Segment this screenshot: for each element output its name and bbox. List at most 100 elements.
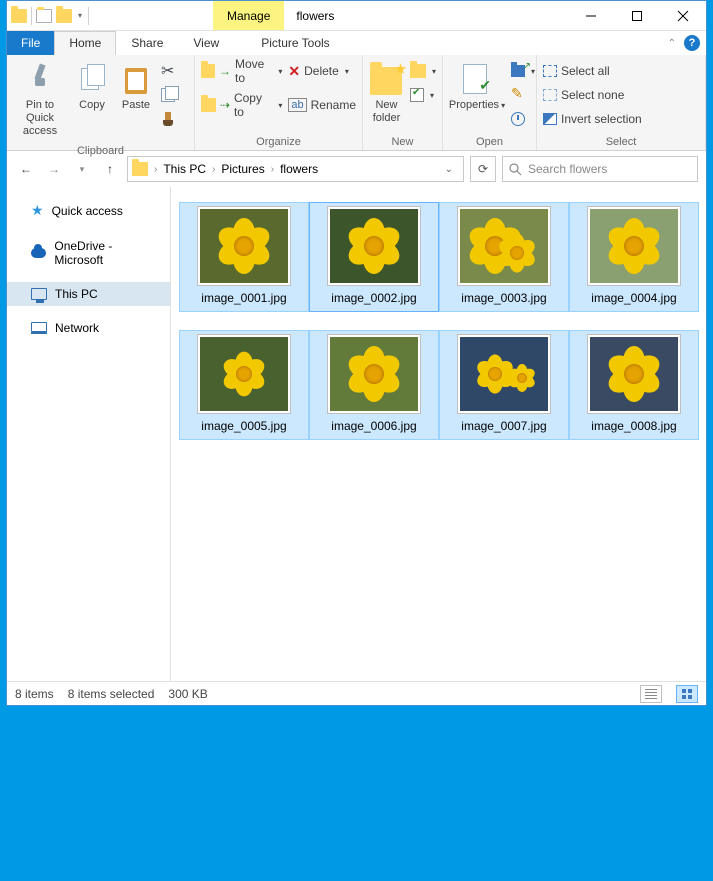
file-item[interactable]: image_0005.jpg	[179, 330, 309, 440]
pc-icon	[31, 288, 47, 300]
file-item[interactable]: image_0001.jpg	[179, 202, 309, 312]
invert-selection-button[interactable]: Invert selection	[543, 109, 642, 129]
window-title: flowers	[284, 1, 346, 30]
tab-home[interactable]: Home	[54, 31, 116, 55]
file-item[interactable]: image_0004.jpg	[569, 202, 699, 312]
tab-file[interactable]: File	[7, 31, 54, 55]
paste-shortcut-button[interactable]	[161, 109, 175, 129]
file-item[interactable]: image_0008.jpg	[569, 330, 699, 440]
thumbnail	[588, 335, 680, 413]
cloud-icon	[31, 248, 46, 258]
easy-access-icon	[410, 88, 424, 102]
file-name: image_0003.jpg	[461, 291, 546, 305]
properties-button[interactable]: Properties▾	[449, 59, 505, 112]
contextual-tab-header: Manage	[213, 1, 284, 30]
edit-button[interactable]	[511, 85, 535, 105]
paste-label: Paste	[122, 99, 150, 112]
history-button[interactable]	[511, 109, 535, 129]
help-icon[interactable]: ?	[684, 35, 700, 51]
select-none-button[interactable]: Select none	[543, 85, 642, 105]
clipboard-extra: ✂	[161, 59, 175, 129]
forward-button[interactable]: →	[43, 158, 65, 180]
minimize-button[interactable]	[568, 1, 614, 30]
cut-button[interactable]: ✂	[161, 61, 175, 81]
rename-icon: ab	[288, 98, 306, 112]
x-icon: ✕	[288, 63, 300, 80]
file-item[interactable]: image_0002.jpg	[309, 202, 439, 312]
select-all-icon	[543, 65, 557, 77]
qat-customize-dropdown[interactable]: ▾	[76, 11, 84, 20]
file-name: image_0004.jpg	[591, 291, 676, 305]
breadcrumb-pictures[interactable]: Pictures	[221, 162, 264, 176]
address-dropdown[interactable]: ⌄	[439, 164, 459, 175]
close-button[interactable]	[660, 1, 706, 30]
recent-locations-dropdown[interactable]: ▾	[71, 158, 93, 180]
back-button[interactable]: ←	[15, 158, 37, 180]
copy-button[interactable]: Copy	[73, 59, 111, 112]
body: ★ Quick access OneDrive - Microsoft This…	[7, 187, 706, 681]
breadcrumb-flowers[interactable]: flowers	[280, 162, 318, 176]
quick-access-toolbar: ▾	[7, 1, 93, 30]
qat-props-icon[interactable]	[36, 9, 52, 23]
pin-to-quick-access-button[interactable]: Pin to Quick access	[13, 59, 67, 139]
search-box[interactable]: Search flowers	[502, 156, 698, 182]
maximize-button[interactable]	[614, 1, 660, 30]
refresh-button[interactable]: ⟳	[470, 156, 496, 182]
chevron-right-icon[interactable]: ›	[212, 164, 215, 175]
sidebar-item-onedrive[interactable]: OneDrive - Microsoft	[7, 234, 170, 272]
copy-to-button[interactable]: ⇢ Copy to▾	[201, 95, 282, 115]
select-all-label: Select all	[561, 64, 610, 78]
file-name: image_0008.jpg	[591, 419, 676, 433]
address-folder-icon	[132, 162, 148, 176]
file-name: image_0002.jpg	[331, 291, 416, 305]
details-view-button[interactable]	[640, 685, 662, 703]
select-all-button[interactable]: Select all	[543, 61, 642, 81]
collapse-ribbon-icon[interactable]: ⌃	[668, 38, 676, 49]
arrow-right-icon: →	[219, 64, 231, 78]
tab-picture-tools[interactable]: Picture Tools	[246, 31, 344, 55]
sidebar-item-network[interactable]: Network	[7, 316, 170, 340]
pin-label: Pin to Quick access	[13, 99, 67, 139]
icons-view-button[interactable]	[676, 685, 698, 703]
files-view[interactable]: image_0001.jpg image_0002.jpg image_0003…	[171, 187, 706, 681]
new-folder-icon	[370, 67, 402, 95]
details-view-icon	[645, 689, 657, 699]
qat-newfolder-icon[interactable]	[56, 9, 72, 23]
sidebar-item-quick-access[interactable]: ★ Quick access	[7, 197, 170, 224]
chevron-right-icon[interactable]: ›	[271, 164, 274, 175]
app-icon[interactable]	[11, 9, 27, 23]
move-to-button[interactable]: → Move to▾	[201, 61, 282, 81]
new-folder-button[interactable]: New folder	[369, 59, 404, 125]
group-organize: → Move to▾ ⇢ Copy to▾ ✕ Delete▾	[195, 55, 363, 150]
file-name: image_0001.jpg	[201, 291, 286, 305]
explorer-window: ▾ Manage flowers File Home Share View Pi…	[6, 0, 707, 706]
group-new: New folder ▾ ▾ New	[363, 55, 443, 150]
open-button[interactable]: ↗▾	[511, 61, 535, 81]
titlebar: ▾ Manage flowers	[7, 1, 706, 31]
up-button[interactable]: ↑	[99, 158, 121, 180]
delete-button[interactable]: ✕ Delete▾	[288, 61, 356, 81]
paste-button[interactable]: Paste	[117, 59, 155, 112]
pin-icon	[27, 64, 53, 94]
address-bar[interactable]: › This PC › Pictures › flowers ⌄	[127, 156, 464, 182]
rename-button[interactable]: ab Rename	[288, 95, 356, 115]
new-folder-label: New folder	[369, 99, 404, 125]
copy-path-button[interactable]	[161, 85, 175, 105]
tab-share[interactable]: Share	[116, 31, 178, 55]
breadcrumb-thispc[interactable]: This PC	[163, 162, 206, 176]
tab-view[interactable]: View	[178, 31, 234, 55]
file-item[interactable]: image_0007.jpg	[439, 330, 569, 440]
files-grid: image_0001.jpg image_0002.jpg image_0003…	[179, 202, 700, 440]
thumbnail	[198, 335, 290, 413]
sidebar-item-thispc[interactable]: This PC	[7, 282, 170, 306]
brush-icon	[161, 112, 175, 126]
chevron-right-icon[interactable]: ›	[154, 164, 157, 175]
group-select-label: Select	[537, 134, 705, 150]
file-item[interactable]: image_0003.jpg	[439, 202, 569, 312]
file-name: image_0006.jpg	[331, 419, 416, 433]
file-item[interactable]: image_0006.jpg	[309, 330, 439, 440]
copy-icon	[79, 64, 105, 94]
easy-access-button[interactable]: ▾	[410, 85, 436, 105]
new-item-button[interactable]: ▾	[410, 61, 436, 81]
status-bar: 8 items 8 items selected 300 KB	[7, 681, 706, 705]
